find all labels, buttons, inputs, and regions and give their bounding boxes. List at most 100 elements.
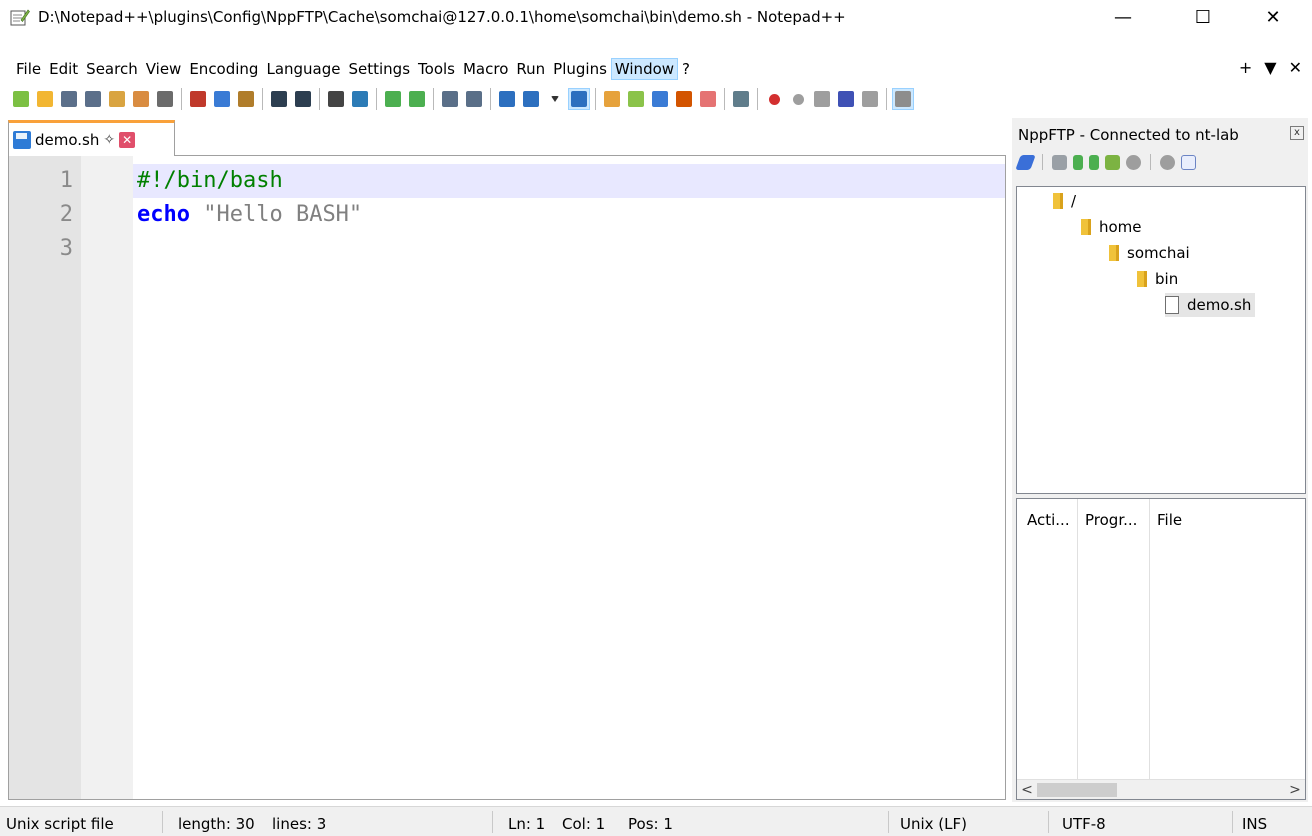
play-macro-icon[interactable] — [811, 88, 833, 110]
new-tab-icon[interactable]: + — [1239, 58, 1252, 77]
connect-icon[interactable] — [1015, 154, 1036, 170]
maximize-button[interactable]: ☐ — [1180, 0, 1226, 34]
menu-item-search[interactable]: Search — [82, 58, 142, 80]
menu-item-file[interactable]: File — [12, 58, 45, 80]
queue-header-file[interactable]: File — [1157, 511, 1182, 529]
toolbar-separator — [886, 88, 887, 110]
status-encoding[interactable]: UTF-8 — [1062, 815, 1106, 833]
indent-guide-icon[interactable] — [568, 88, 590, 110]
tree-node-home[interactable]: home — [1081, 215, 1142, 239]
copy-icon[interactable] — [211, 88, 233, 110]
close-icon: ✕ — [1265, 6, 1281, 28]
dropdown-icon[interactable] — [544, 88, 566, 110]
editor-text[interactable]: 1 #!/bin/bash 2 echo "Hello BASH" 3 — [9, 164, 1005, 266]
tab-label: demo.sh — [35, 130, 100, 149]
status-lines: lines: 3 — [272, 815, 327, 833]
zoom-in-icon[interactable] — [382, 88, 404, 110]
show-all-chars-icon[interactable] — [520, 88, 542, 110]
status-eol[interactable]: Unix (LF) — [900, 815, 967, 833]
undo-icon[interactable] — [268, 88, 290, 110]
close-doc-icon[interactable]: ✕ — [1289, 58, 1302, 77]
close-all-icon[interactable] — [130, 88, 152, 110]
save-all-icon[interactable] — [82, 88, 104, 110]
monitoring-icon[interactable] — [730, 88, 752, 110]
close-window-button[interactable]: ✕ — [1250, 0, 1296, 34]
menu-item-settings[interactable]: Settings — [345, 58, 415, 80]
tab-list-icon[interactable]: ▼ — [1264, 58, 1276, 77]
tab-close-icon[interactable]: ✕ — [119, 131, 136, 148]
open-directory-icon[interactable] — [1052, 154, 1067, 170]
minimize-button[interactable]: — — [1100, 0, 1146, 34]
scroll-left-icon[interactable]: < — [1019, 780, 1035, 800]
abort-icon[interactable] — [1126, 154, 1141, 170]
menu-item-window[interactable]: Window — [610, 58, 679, 80]
close-icon[interactable] — [106, 88, 128, 110]
paste-icon[interactable] — [235, 88, 257, 110]
replace-icon[interactable] — [349, 88, 371, 110]
tree-node-label: bin — [1155, 270, 1179, 288]
save-macro-icon[interactable] — [859, 88, 881, 110]
sync-vertical-icon[interactable] — [439, 88, 461, 110]
tab-demo-sh[interactable]: demo.sh ✧ ✕ — [8, 120, 175, 156]
tree-node-demo-sh[interactable]: demo.sh — [1165, 293, 1256, 317]
print-icon[interactable] — [154, 88, 176, 110]
run-multiple-icon[interactable] — [835, 88, 857, 110]
menu-item-tools[interactable]: Tools — [414, 58, 459, 80]
upload-icon[interactable] — [1089, 154, 1099, 170]
editor[interactable]: 1 #!/bin/bash 2 echo "Hello BASH" 3 — [8, 156, 1006, 800]
toolbar-separator — [181, 88, 182, 110]
status-length: length: 30 — [178, 815, 255, 833]
udl-icon[interactable] — [601, 88, 623, 110]
status-divider — [162, 811, 163, 833]
scroll-thumb[interactable] — [1037, 783, 1117, 797]
cut-icon[interactable] — [187, 88, 209, 110]
settings-icon[interactable] — [1160, 154, 1175, 170]
scroll-right-icon[interactable]: > — [1287, 780, 1303, 800]
menu-item-run[interactable]: Run — [512, 58, 549, 80]
doc-list-icon[interactable] — [649, 88, 671, 110]
new-icon[interactable] — [10, 88, 32, 110]
zoom-out-icon[interactable] — [406, 88, 428, 110]
nppftp-icon[interactable] — [892, 88, 914, 110]
separator — [1042, 154, 1043, 170]
menu-item-encoding[interactable]: Encoding — [185, 58, 262, 80]
menu-item-view[interactable]: View — [142, 58, 186, 80]
toolbar-separator — [433, 88, 434, 110]
horizontal-scrollbar[interactable]: < > — [1017, 779, 1305, 799]
save-icon[interactable] — [58, 88, 80, 110]
menu-item-macro[interactable]: Macro — [459, 58, 512, 80]
pin-icon[interactable]: ✧ — [103, 132, 115, 148]
open-icon[interactable] — [34, 88, 56, 110]
find-icon[interactable] — [325, 88, 347, 110]
download-icon[interactable] — [1073, 154, 1083, 170]
tree-node-bin[interactable]: bin — [1137, 267, 1178, 291]
menu-item-language[interactable]: Language — [262, 58, 344, 80]
remote-file-tree[interactable]: / home somchai bin demo.sh — [1016, 186, 1306, 494]
message-window-icon[interactable] — [1181, 154, 1196, 170]
sync-horizontal-icon[interactable] — [463, 88, 485, 110]
refresh-icon[interactable] — [1105, 154, 1120, 170]
editor-line[interactable]: 1 #!/bin/bash — [9, 164, 1005, 198]
menu-item-edit[interactable]: Edit — [45, 58, 82, 80]
editor-line[interactable]: 3 — [9, 232, 1005, 266]
menu-item-plugins[interactable]: Plugins — [549, 58, 611, 80]
stop-record-icon[interactable] — [787, 88, 809, 110]
status-insert-mode[interactable]: INS — [1242, 815, 1267, 833]
redo-icon[interactable] — [292, 88, 314, 110]
folder-icon — [1109, 245, 1119, 261]
editor-line[interactable]: 2 echo "Hello BASH" — [9, 198, 1005, 232]
tree-node-somchai[interactable]: somchai — [1109, 241, 1190, 265]
menu-item-help[interactable]: ? — [678, 58, 694, 80]
panel-close-icon[interactable]: x — [1290, 126, 1304, 140]
status-divider — [492, 811, 493, 833]
record-macro-icon[interactable] — [763, 88, 785, 110]
tree-node-root[interactable]: / — [1053, 189, 1076, 213]
doc-map-icon[interactable] — [625, 88, 647, 110]
function-list-icon[interactable] — [673, 88, 695, 110]
queue-header-progress[interactable]: Progr... — [1085, 511, 1137, 529]
folder-as-workspace-icon[interactable] — [697, 88, 719, 110]
queue-header-action[interactable]: Acti... — [1027, 511, 1070, 529]
toolbar-separator — [757, 88, 758, 110]
column-divider — [1077, 499, 1078, 779]
word-wrap-icon[interactable] — [496, 88, 518, 110]
